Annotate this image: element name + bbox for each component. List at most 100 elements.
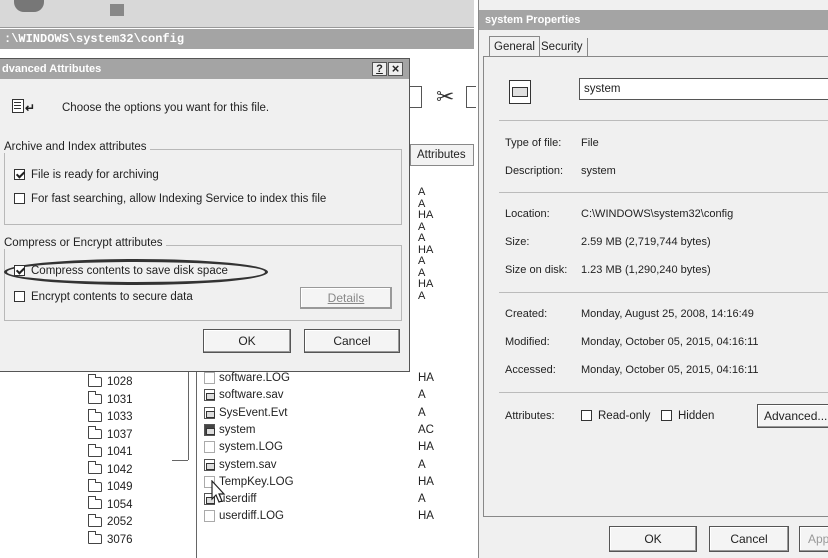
tree-line [172, 460, 188, 461]
folder-label: 1028 [107, 376, 133, 388]
file-attribute: A [418, 493, 426, 506]
folder-item[interactable]: 2052 [88, 513, 133, 528]
compress-check-icon[interactable] [14, 265, 25, 277]
help-button[interactable]: ? [372, 62, 387, 76]
encrypt-check-icon[interactable] [14, 291, 25, 303]
properties-tab-body [483, 56, 828, 516]
folder-icon [88, 373, 102, 387]
file-row[interactable]: SysEvent.Evt [204, 406, 287, 419]
folder-label: 3076 [107, 533, 133, 546]
attributes-label: Attributes: [505, 410, 555, 422]
filename-field[interactable]: system [579, 78, 828, 100]
folder-icon [88, 513, 102, 527]
system-file-icon [204, 389, 215, 402]
apply-button[interactable]: Appl [799, 526, 828, 552]
folder-item[interactable]: 1033 [88, 408, 133, 423]
tab-general[interactable]: General [489, 36, 540, 56]
file-row[interactable]: software.sav [204, 389, 284, 401]
advanced-titlebar[interactable]: dvanced Attributes [0, 59, 409, 79]
folder-item[interactable]: 1041 [88, 443, 133, 458]
folder-item[interactable]: 1054 [88, 496, 133, 511]
index-check-icon[interactable] [14, 193, 25, 205]
folder-icon [88, 461, 102, 475]
readonly-check-icon[interactable] [581, 410, 592, 422]
folder-item[interactable]: 1031 [88, 391, 133, 406]
index-label: For fast searching, allow Indexing Servi… [31, 193, 327, 205]
attribute-cell: A [418, 266, 426, 279]
advanced-intro: Choose the options you want for this fil… [62, 102, 270, 114]
properties-title: system Properties [485, 14, 581, 26]
system-menu-icon [110, 4, 124, 16]
size-on-disk-label: Size on disk: [505, 264, 568, 276]
folder-item[interactable]: 1037 [88, 426, 133, 441]
window-icon [14, 0, 44, 12]
cut-icon[interactable]: ✂ [436, 84, 454, 110]
attributes-dialog-icon: ↵ [12, 99, 36, 115]
size-value: 2.59 MB (2,719,744 bytes) [581, 236, 711, 248]
file-attribute: A [418, 458, 426, 471]
folder-icon [88, 408, 102, 422]
advanced-button[interactable]: Advanced... [757, 404, 828, 428]
location-value: C:\WINDOWS\system32\config [581, 208, 734, 220]
archive-check-icon[interactable] [14, 169, 25, 181]
explorer-toolbar: ✂ [410, 80, 476, 116]
file-attribute: A [418, 406, 426, 419]
properties-ok-button[interactable]: OK [609, 526, 697, 552]
properties-dialog: system Properties General Security syste… [478, 0, 828, 558]
folder-icon [88, 426, 102, 440]
folder-item[interactable]: 1042 [88, 461, 133, 476]
hidden-checkbox[interactable]: Hidden [661, 410, 714, 422]
folder-item[interactable]: 1028 [88, 373, 133, 388]
hidden-check-icon[interactable] [661, 410, 672, 422]
system-file-icon [204, 406, 215, 419]
file-row[interactable]: system.LOG [204, 441, 283, 453]
close-button[interactable]: × [388, 62, 403, 76]
advanced-cancel-label: Cancel [333, 334, 371, 348]
advanced-button-label: Advanced... [764, 409, 828, 423]
compress-checkbox[interactable]: Compress contents to save disk space [14, 265, 228, 277]
copy-icon[interactable] [410, 86, 422, 108]
folder-icon [88, 391, 102, 405]
encrypt-checkbox[interactable]: Encrypt contents to secure data [14, 291, 193, 303]
close-icon: × [391, 61, 400, 76]
folder-item[interactable]: 3076 [88, 531, 133, 546]
archive-checkbox[interactable]: File is ready for archiving [14, 169, 159, 181]
accessed-label: Accessed: [505, 364, 556, 376]
properties-cancel-button[interactable]: Cancel [709, 526, 789, 552]
advanced-ok-button[interactable]: OK [203, 329, 291, 353]
folder-icon [88, 478, 102, 492]
advanced-cancel-button[interactable]: Cancel [304, 329, 400, 353]
paste-icon[interactable] [466, 86, 476, 108]
file-row[interactable]: system [204, 423, 255, 436]
properties-cancel-label: Cancel [730, 532, 768, 546]
description-value: system [581, 165, 616, 177]
separator-2 [499, 192, 828, 193]
properties-titlebar[interactable]: system Properties [479, 10, 828, 30]
tab-security[interactable]: Security [537, 38, 588, 56]
properties-ok-label: OK [644, 532, 662, 546]
attributes-column-header[interactable]: Attributes [410, 144, 474, 166]
folder-label: 1054 [107, 498, 133, 511]
folder-icon [88, 496, 102, 510]
explorer-top-strip [0, 0, 474, 28]
file-name: system.LOG [219, 441, 283, 454]
folder-item[interactable]: 1049 [88, 478, 133, 493]
file-row[interactable]: software.LOG [204, 372, 290, 384]
folder-label: 1049 [107, 481, 133, 493]
cursor-arrow [211, 479, 226, 503]
index-checkbox[interactable]: For fast searching, allow Indexing Servi… [14, 193, 326, 205]
file-attribute: HA [418, 475, 434, 488]
attribute-cell: HA [418, 209, 434, 221]
details-button[interactable]: Details [300, 287, 392, 309]
attribute-cell: A [418, 255, 426, 267]
log-file-icon [204, 441, 215, 454]
folder-label: 1041 [107, 446, 133, 458]
system-file-icon [204, 423, 215, 436]
file-row[interactable]: system.sav [204, 458, 277, 471]
archive-label: File is ready for archiving [31, 169, 159, 181]
file-row[interactable]: userdiff.LOG [204, 510, 284, 522]
readonly-checkbox[interactable]: Read-only [581, 410, 650, 422]
system-file-icon [204, 458, 215, 471]
attribute-cell: A [418, 197, 426, 210]
advanced-ok-label: OK [238, 334, 256, 348]
